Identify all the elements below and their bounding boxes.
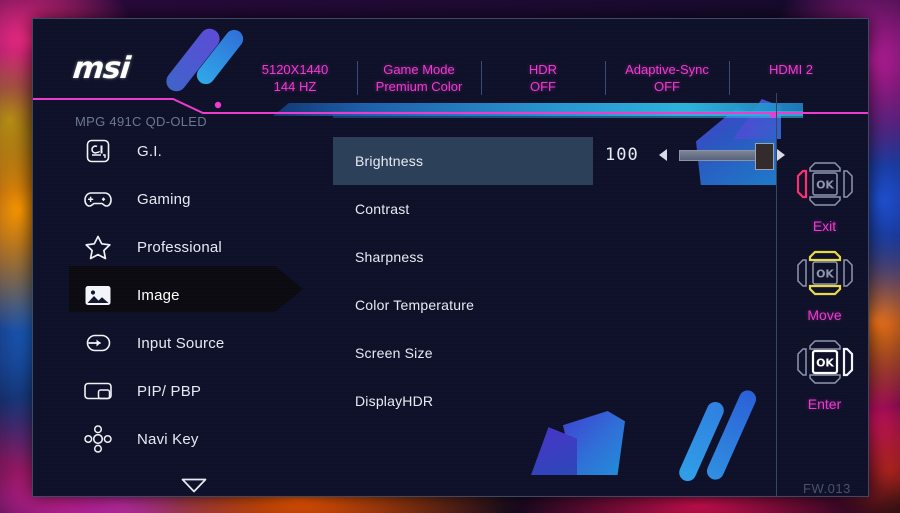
status-item-resolution: 5120X1440 144 HZ [233, 61, 357, 95]
panel-divider [776, 93, 777, 496]
msi-logo: msi [71, 51, 132, 86]
sidebar-item-label: Gaming [137, 190, 191, 208]
sidebar-item-label: Professional [137, 238, 222, 256]
status-item-game-mode: Game Mode Premium Color [357, 61, 481, 95]
sidebar-item-pip-pbp[interactable]: PIP/ PBP [53, 367, 293, 415]
chevron-down-icon[interactable] [181, 477, 207, 496]
input-arrow-icon [81, 326, 115, 360]
sidebar-item-navi-key[interactable]: Navi Key [53, 415, 293, 463]
sidebar-item-gi[interactable]: G.I. [53, 127, 293, 175]
hint-exit[interactable]: OK Exit [794, 159, 856, 234]
sidebar-item-professional[interactable]: Professional [53, 223, 293, 271]
firmware-version: FW.013 [803, 481, 851, 496]
brightness-value: 100 [605, 145, 639, 165]
svg-text:OK: OK [816, 268, 834, 281]
navigation-hints: OK Exit OK Move OK Enter [781, 159, 868, 426]
gi-icon [81, 134, 115, 168]
hint-label: Exit [812, 218, 837, 234]
settings-menu: Brightness Contrast Sharpness Color Temp… [333, 137, 593, 425]
slider-knob[interactable] [755, 142, 774, 170]
menu-item-color-temperature[interactable]: Color Temperature [333, 281, 573, 329]
svg-text:OK: OK [816, 357, 834, 370]
status-line-1: Adaptive-Sync [625, 62, 709, 77]
hint-label: Enter [807, 396, 842, 412]
brightness-slider[interactable] [679, 142, 774, 170]
status-line-1: 5120X1440 [261, 62, 329, 77]
status-line-1: HDR [528, 62, 558, 77]
brightness-control: 100 [605, 142, 785, 170]
hint-move[interactable]: OK Move [794, 248, 856, 323]
sidebar: G.I. Gaming Professional Image Input Sou… [53, 127, 305, 463]
menu-item-displayhdr[interactable]: DisplayHDR [333, 377, 573, 425]
triangle-left-icon[interactable] [659, 149, 667, 161]
sidebar-item-label: G.I. [137, 142, 162, 160]
star-icon [81, 230, 115, 264]
picture-icon [81, 278, 115, 312]
gamepad-icon [81, 182, 115, 216]
menu-item-label: DisplayHDR [355, 393, 434, 409]
status-line-1: Game Mode [383, 62, 455, 77]
status-line-1: HDMI 2 [768, 62, 814, 77]
dpad-updown-icon: OK [794, 248, 856, 303]
sidebar-item-label: Input Source [137, 334, 225, 352]
sidebar-item-gaming[interactable]: Gaming [53, 175, 293, 223]
menu-item-sharpness[interactable]: Sharpness [333, 233, 573, 281]
sidebar-item-label: PIP/ PBP [137, 382, 202, 400]
menu-item-brightness[interactable]: Brightness [333, 137, 593, 185]
status-item-hdr: HDR OFF [481, 61, 605, 95]
sidebar-item-image[interactable]: Image [53, 264, 305, 319]
sidebar-item-input-source[interactable]: Input Source [53, 319, 293, 367]
menu-item-screen-size[interactable]: Screen Size [333, 329, 573, 377]
sidebar-item-label: Image [137, 286, 180, 304]
osd-panel: msi 5120X1440 144 HZ Game Mode Premium C… [32, 18, 869, 497]
menu-item-label: Contrast [355, 201, 410, 217]
status-item-adaptive-sync: Adaptive-Sync OFF [605, 61, 729, 95]
svg-text:OK: OK [816, 179, 834, 192]
navi-key-icon [81, 422, 115, 456]
dpad-ok-icon: OK [794, 337, 856, 392]
hint-enter[interactable]: OK Enter [794, 337, 856, 412]
menu-item-label: Brightness [355, 153, 424, 169]
menu-item-label: Sharpness [355, 249, 424, 265]
menu-item-label: Color Temperature [355, 297, 475, 313]
pip-pbp-icon [81, 374, 115, 408]
sidebar-item-label: Navi Key [137, 430, 199, 448]
menu-item-label: Screen Size [355, 345, 433, 361]
menu-item-contrast[interactable]: Contrast [333, 185, 573, 233]
hint-label: Move [807, 307, 842, 323]
screen: msi 5120X1440 144 HZ Game Mode Premium C… [0, 0, 900, 513]
dpad-left-icon: OK [794, 159, 856, 214]
status-item-input: HDMI 2 [729, 61, 853, 95]
